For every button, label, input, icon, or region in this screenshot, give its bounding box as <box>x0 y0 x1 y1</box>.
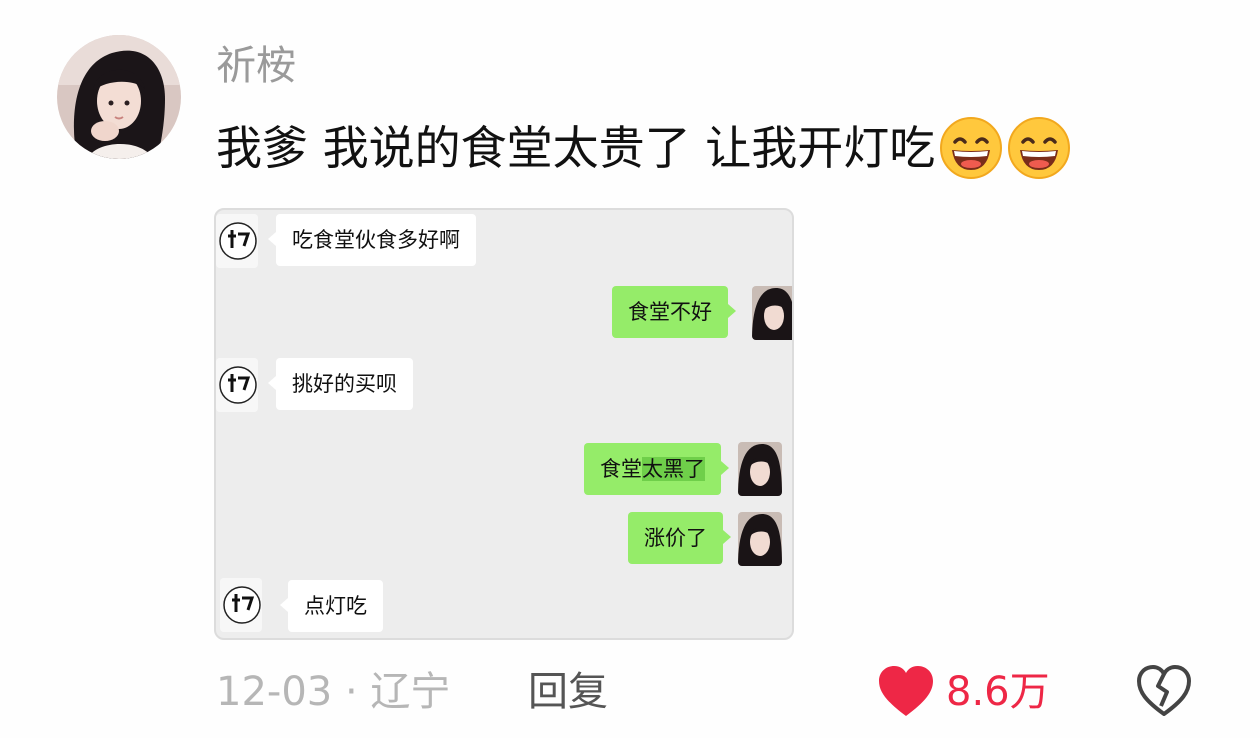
reply-button[interactable]: 回复 <box>528 666 608 718</box>
chat-text-plain: 食堂 <box>600 457 642 481</box>
chat-bubble-incoming: 点灯吃 <box>280 580 383 632</box>
chat-text-highlighted: 太黑了 <box>642 457 705 481</box>
meta-separator: · <box>344 669 358 715</box>
chat-bubble-incoming: 吃食堂伙食多好啊 <box>268 214 476 266</box>
broken-heart-icon[interactable] <box>1136 664 1192 718</box>
chat-bubble-outgoing: 涨价了 <box>628 512 731 564</box>
calligraphy-avatar-icon <box>216 214 258 268</box>
comment-username[interactable]: 祈桉 <box>216 40 296 92</box>
chat-bubble-incoming: 挑好的买呗 <box>268 358 413 410</box>
grin-emoji-icon <box>1007 116 1071 180</box>
heart-icon[interactable] <box>877 664 935 720</box>
chat-bubble-outgoing: 食堂太黑了 <box>584 443 729 495</box>
girl-avatar-icon <box>738 512 782 566</box>
calligraphy-avatar-icon <box>220 578 262 632</box>
girl-avatar-icon <box>752 286 792 340</box>
grin-emoji-icon <box>939 116 1003 180</box>
chat-bubble-outgoing: 食堂不好 <box>612 286 736 338</box>
comment-meta: 12-03 · 辽宁 <box>216 666 450 718</box>
comment-text: 我爹 我说的食堂太贵了 让我开灯吃 <box>216 121 936 175</box>
calligraphy-avatar-icon <box>216 358 258 412</box>
comment-body: 我爹 我说的食堂太贵了 让我开灯吃 <box>216 116 1071 180</box>
like-count: 8.6万 <box>946 669 1050 715</box>
comment-location: 辽宁 <box>370 669 451 715</box>
comment-date: 12-03 <box>216 669 333 715</box>
girl-avatar-icon <box>738 442 782 496</box>
chat-screenshot-image[interactable]: 吃食堂伙食多好啊 食堂不好 挑好的买呗 食堂太黑了 涨价了 点灯吃 <box>214 208 794 640</box>
user-avatar[interactable] <box>57 35 181 159</box>
